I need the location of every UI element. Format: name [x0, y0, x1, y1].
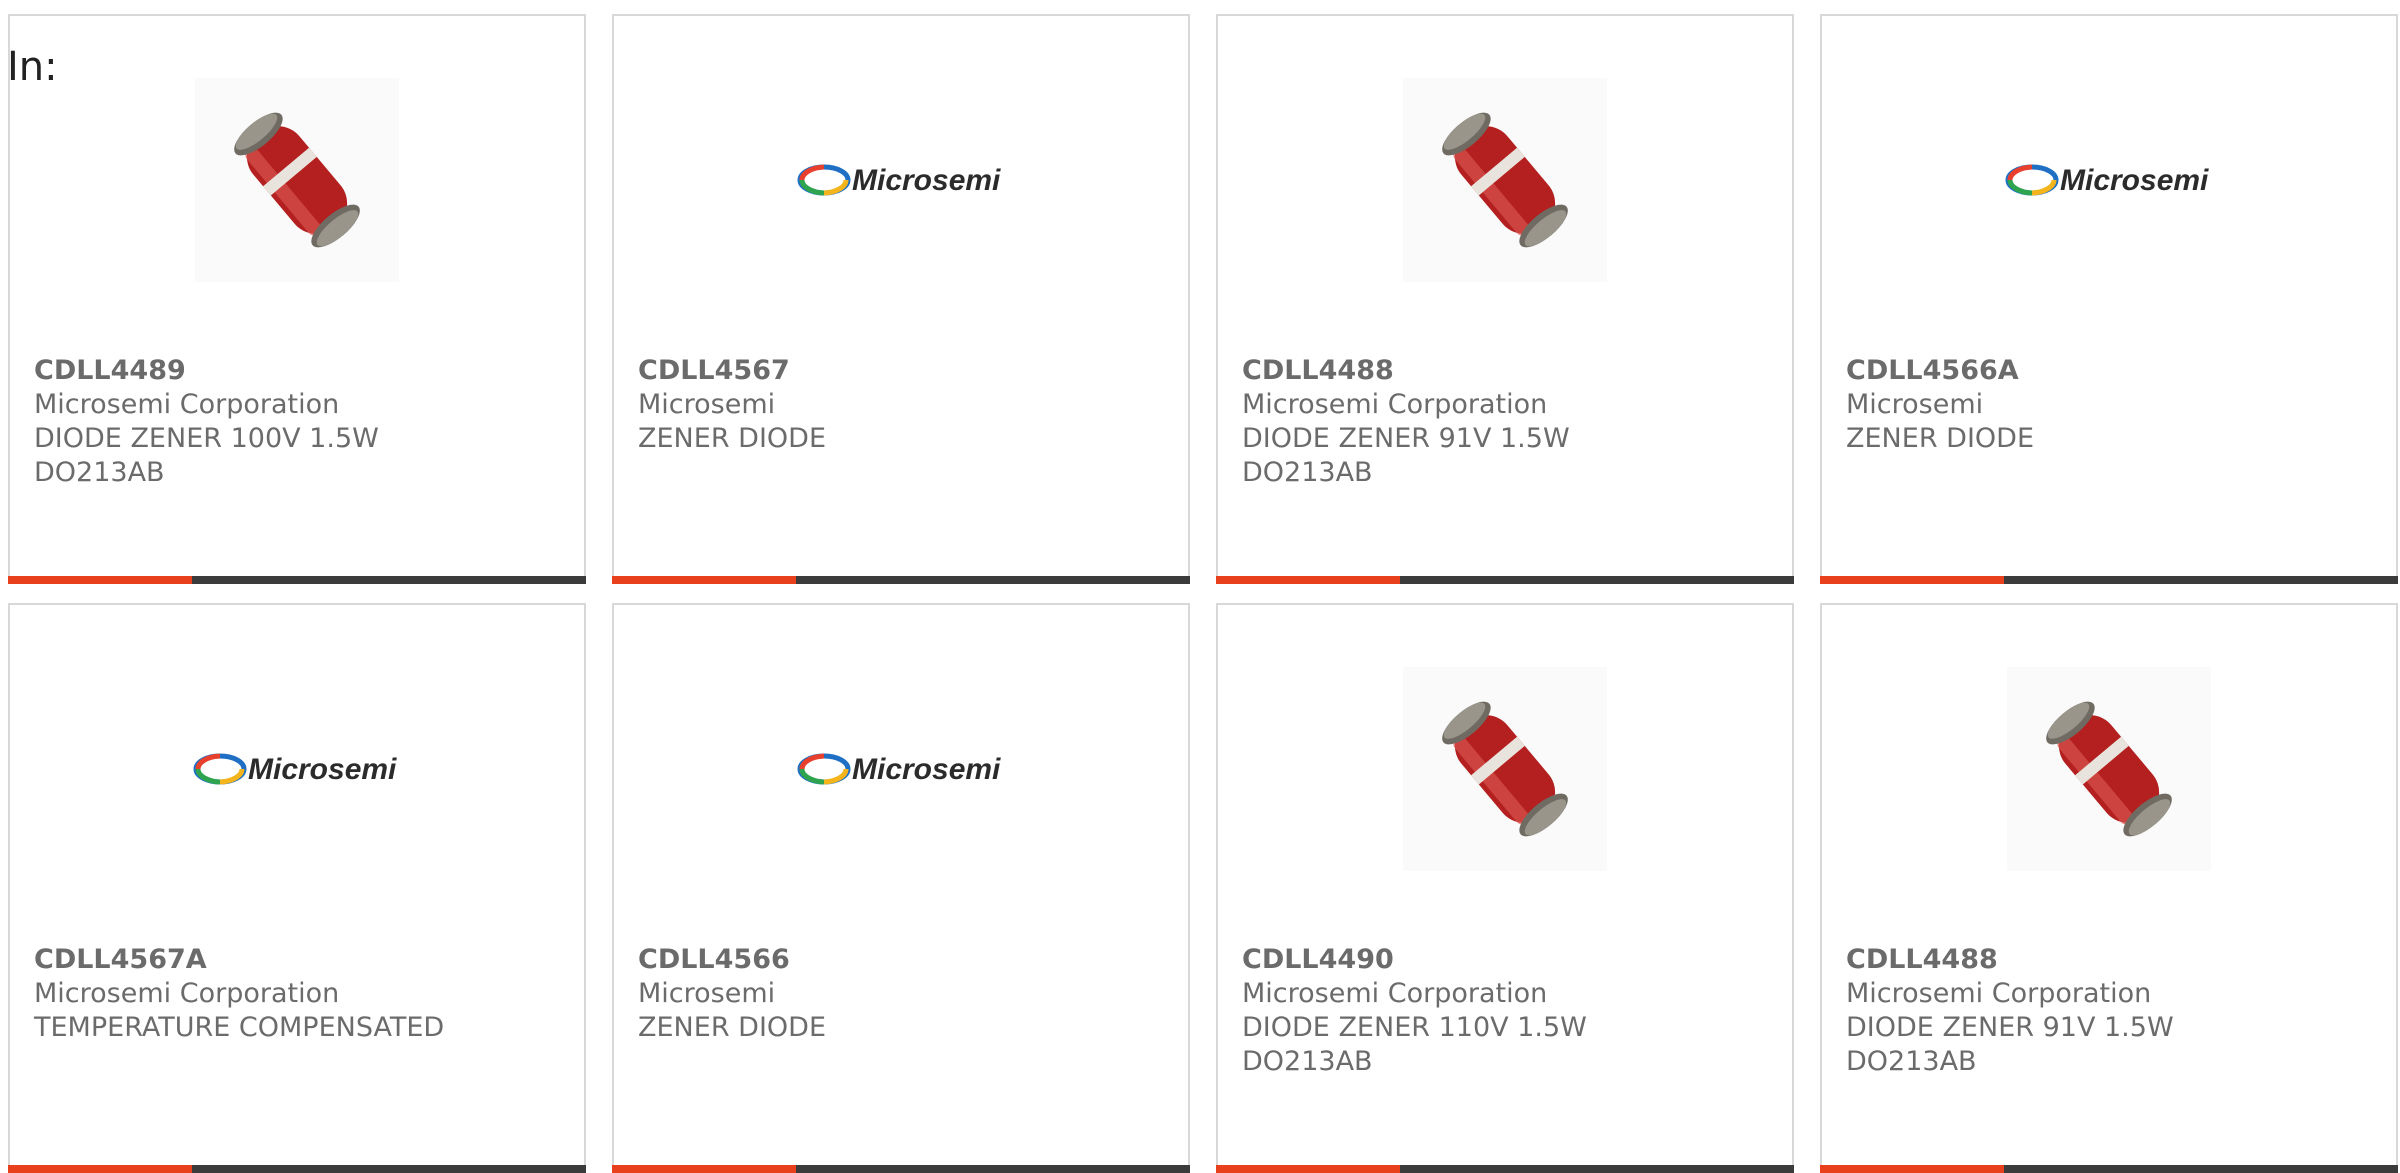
card-accent-bar [612, 1165, 796, 1173]
diode-image [1403, 667, 1607, 871]
card-bottom-bar [1216, 576, 1794, 584]
description-line: DIODE ZENER 100V 1.5W [34, 423, 379, 454]
part-number[interactable]: CDLL4567A [34, 943, 564, 977]
product-card[interactable]: CDLL4490 Microsemi Corporation DIODE ZEN… [1216, 603, 1794, 1173]
description-line: TEMPERATURE COMPENSATED [34, 1012, 445, 1043]
manufacturer: Microsemi [1846, 389, 1984, 420]
manufacturer: Microsemi Corporation [34, 978, 340, 1009]
part-number[interactable]: CDLL4490 [1242, 943, 1772, 977]
diode-image [1403, 78, 1607, 282]
manufacturer: Microsemi Corporation [1846, 978, 2152, 1009]
microsemi-logo-icon: Microsemi [193, 753, 397, 786]
part-number[interactable]: CDLL4567 [638, 354, 1168, 388]
product-image: Microsemi [614, 667, 1188, 871]
product-card[interactable]: Microsemi CDLL4567 Microsemi ZENER DIODE [612, 14, 1190, 584]
microsemi-logo: Microsemi [2004, 150, 2214, 210]
product-card[interactable]: CDLL4488 Microsemi Corporation DIODE ZEN… [1216, 14, 1794, 584]
microsemi-logo: Microsemi [796, 739, 1006, 799]
manufacturer: Microsemi Corporation [34, 389, 340, 420]
product-details: CDLL4567A Microsemi Corporation TEMPERAT… [34, 943, 564, 1045]
logo-text: Microsemi [2060, 164, 2209, 197]
description-line: DIODE ZENER 110V 1.5W [1242, 1012, 1587, 1043]
card-bottom-bar [8, 576, 586, 584]
part-number[interactable]: CDLL4488 [1242, 354, 1772, 388]
card-accent-bar [1820, 576, 2004, 584]
description-line: ZENER DIODE [638, 1012, 827, 1043]
diode-image [195, 78, 399, 282]
product-details: CDLL4490 Microsemi Corporation DIODE ZEN… [1242, 943, 1772, 1079]
product-image [1218, 667, 1792, 871]
product-details: CDLL4566A Microsemi ZENER DIODE [1846, 354, 2376, 456]
description-line: ZENER DIODE [1846, 423, 2035, 454]
microsemi-logo: Microsemi [192, 739, 402, 799]
product-details: CDLL4489 Microsemi Corporation DIODE ZEN… [34, 354, 564, 490]
logo-text: Microsemi [852, 164, 1001, 197]
diode-icon [234, 112, 360, 248]
product-details: CDLL4488 Microsemi Corporation DIODE ZEN… [1846, 943, 2376, 1079]
product-details: CDLL4567 Microsemi ZENER DIODE [638, 354, 1168, 456]
description-line: DIODE ZENER 91V 1.5W [1242, 423, 1570, 454]
diode-icon [1442, 112, 1568, 248]
card-accent-bar [8, 576, 192, 584]
card-bottom-bar [612, 576, 1190, 584]
card-accent-bar [8, 1165, 192, 1173]
manufacturer: Microsemi Corporation [1242, 978, 1548, 1009]
product-details: CDLL4488 Microsemi Corporation DIODE ZEN… [1242, 354, 1772, 490]
diode-icon [1442, 701, 1568, 837]
product-grid: CDLL4489 Microsemi Corporation DIODE ZEN… [8, 14, 2400, 1173]
diode-icon [2046, 701, 2172, 837]
product-image: Microsemi [614, 78, 1188, 282]
part-number[interactable]: CDLL4489 [34, 354, 564, 388]
in-label: In: [7, 44, 58, 90]
card-bottom-bar [1820, 1165, 2398, 1173]
product-image: Microsemi [1822, 78, 2396, 282]
card-accent-bar [612, 576, 796, 584]
description-line: DO213AB [1846, 1046, 1977, 1077]
part-number[interactable]: CDLL4566A [1846, 354, 2376, 388]
manufacturer: Microsemi Corporation [1242, 389, 1548, 420]
logo-text: Microsemi [852, 753, 1001, 786]
manufacturer: Microsemi [638, 389, 776, 420]
microsemi-logo: Microsemi [796, 150, 1006, 210]
card-accent-bar [1820, 1165, 2004, 1173]
card-accent-bar [1216, 576, 1400, 584]
product-card[interactable]: Microsemi CDLL4567A Microsemi Corporatio… [8, 603, 586, 1173]
card-bottom-bar [1820, 576, 2398, 584]
product-card[interactable]: CDLL4489 Microsemi Corporation DIODE ZEN… [8, 14, 586, 584]
description-line: DO213AB [1242, 1046, 1373, 1077]
microsemi-logo-icon: Microsemi [2005, 164, 2209, 197]
part-number[interactable]: CDLL4566 [638, 943, 1168, 977]
product-card[interactable]: Microsemi CDLL4566A Microsemi ZENER DIOD… [1820, 14, 2398, 584]
diode-image [2007, 667, 2211, 871]
product-card[interactable]: CDLL4488 Microsemi Corporation DIODE ZEN… [1820, 603, 2398, 1173]
product-image [10, 78, 584, 282]
card-bottom-bar [1216, 1165, 1794, 1173]
manufacturer: Microsemi [638, 978, 776, 1009]
microsemi-logo-icon: Microsemi [797, 164, 1001, 197]
product-image [1218, 78, 1792, 282]
microsemi-logo-icon: Microsemi [797, 753, 1001, 786]
logo-text: Microsemi [248, 753, 397, 786]
part-number[interactable]: CDLL4488 [1846, 943, 2376, 977]
card-accent-bar [1216, 1165, 1400, 1173]
product-image [1822, 667, 2396, 871]
card-bottom-bar [8, 1165, 586, 1173]
card-bottom-bar [612, 1165, 1190, 1173]
product-image: Microsemi [10, 667, 584, 871]
description-line: DIODE ZENER 91V 1.5W [1846, 1012, 2174, 1043]
description-line: DO213AB [1242, 457, 1373, 488]
product-details: CDLL4566 Microsemi ZENER DIODE [638, 943, 1168, 1045]
product-card[interactable]: Microsemi CDLL4566 Microsemi ZENER DIODE [612, 603, 1190, 1173]
description-line: ZENER DIODE [638, 423, 827, 454]
description-line: DO213AB [34, 457, 165, 488]
